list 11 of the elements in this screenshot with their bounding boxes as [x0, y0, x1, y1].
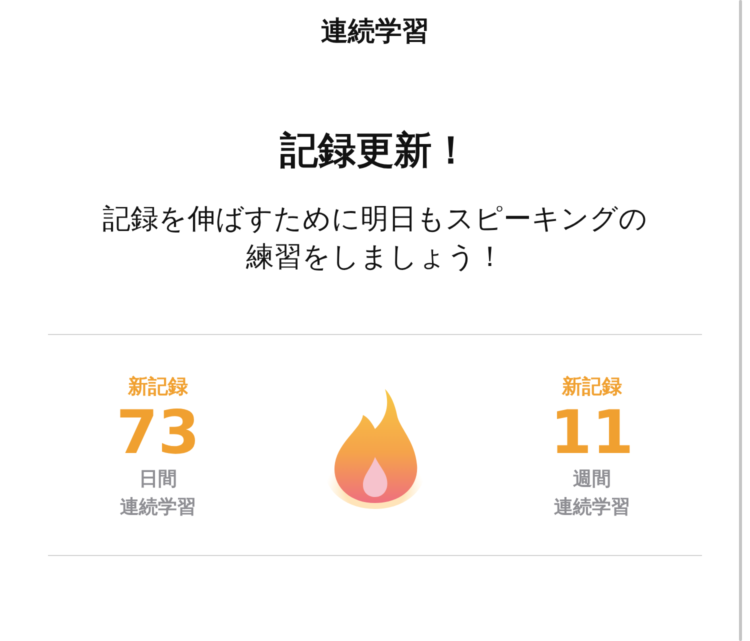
new-record-label: 新記録 — [562, 373, 622, 399]
streak-count: 73 — [116, 401, 200, 465]
streak-count: 11 — [550, 401, 634, 465]
streak-unit: 週間 — [573, 467, 611, 492]
screen-title: 連続学習 — [321, 15, 429, 49]
message-text: 記録を伸ばすために明日もスピーキングの練習をしましょう！ — [102, 201, 648, 275]
streak-unit: 日間 — [139, 467, 177, 492]
new-record-label: 新記録 — [128, 373, 188, 399]
heading: 記録更新！ — [280, 127, 470, 174]
streak-label: 連続学習 — [554, 495, 630, 520]
streak-label: 連続学習 — [120, 495, 196, 520]
